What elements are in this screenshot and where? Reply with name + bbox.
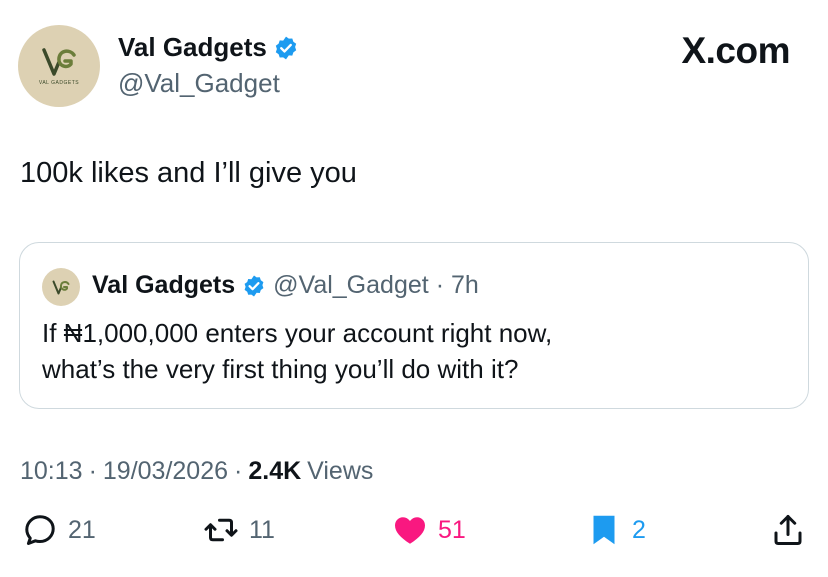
author-name[interactable]: Val Gadgets — [118, 32, 299, 63]
quoted-author-handle[interactable]: @Val_Gadget — [273, 271, 429, 300]
bookmark-icon — [593, 515, 615, 545]
quoted-timestamp[interactable]: 7h — [451, 271, 479, 300]
tweet-time[interactable]: 10:13 — [20, 457, 83, 486]
reply-count: 21 — [68, 515, 96, 544]
retweet-icon — [204, 518, 238, 542]
bookmark-count: 2 — [632, 515, 646, 544]
tweet-date[interactable]: 19/03/2026 — [103, 457, 228, 486]
retweet-count: 11 — [249, 515, 275, 544]
share-icon — [774, 515, 802, 545]
like-button[interactable]: 51 — [392, 512, 466, 548]
retweet-button[interactable]: 11 — [203, 512, 275, 548]
brand-watermark: X.com — [681, 30, 790, 71]
val-gadgets-logo-icon — [52, 280, 70, 294]
meta-separator: · — [88, 457, 97, 485]
author-handle[interactable]: @Val_Gadget — [118, 68, 280, 99]
quoted-author-avatar[interactable] — [42, 268, 80, 306]
quoted-author-name[interactable]: Val Gadgets — [92, 271, 235, 300]
quoted-tweet[interactable]: Val Gadgets @Val_Gadget · 7h If ₦1,000,0… — [19, 242, 809, 409]
quoted-tweet-header: Val Gadgets @Val_Gadget · 7h — [92, 271, 479, 300]
quoted-text-line: what’s the very first thing you’ll do wi… — [42, 354, 519, 384]
share-button[interactable] — [770, 512, 806, 548]
verified-badge-icon — [244, 275, 264, 296]
like-count: 51 — [438, 515, 466, 544]
heart-icon — [395, 517, 425, 544]
quoted-tweet-text: If ₦1,000,000 enters your account right … — [42, 315, 792, 387]
action-bar: 21 11 51 2 — [0, 512, 828, 562]
author-avatar[interactable]: VAL GADGETS — [18, 25, 100, 107]
val-gadgets-logo-icon — [42, 47, 76, 76]
views-label: Views — [307, 457, 374, 485]
tweet-text: 100k likes and I’ll give you — [20, 157, 357, 189]
quoted-text-line: If ₦1,000,000 enters your account right … — [42, 318, 553, 348]
author-name-text: Val Gadgets — [118, 32, 267, 62]
verified-badge-icon — [275, 36, 297, 59]
views-count: 2.4K — [248, 457, 302, 485]
quoted-separator: · — [435, 271, 445, 299]
tweet-meta: 10:13 · 19/03/2026 · 2.4K Views — [20, 457, 373, 486]
bookmark-button[interactable]: 2 — [586, 512, 646, 548]
avatar-caption: VAL GADGETS — [38, 79, 80, 86]
meta-separator: · — [234, 457, 243, 485]
reply-button[interactable]: 21 — [22, 512, 96, 548]
reply-icon — [25, 515, 55, 545]
